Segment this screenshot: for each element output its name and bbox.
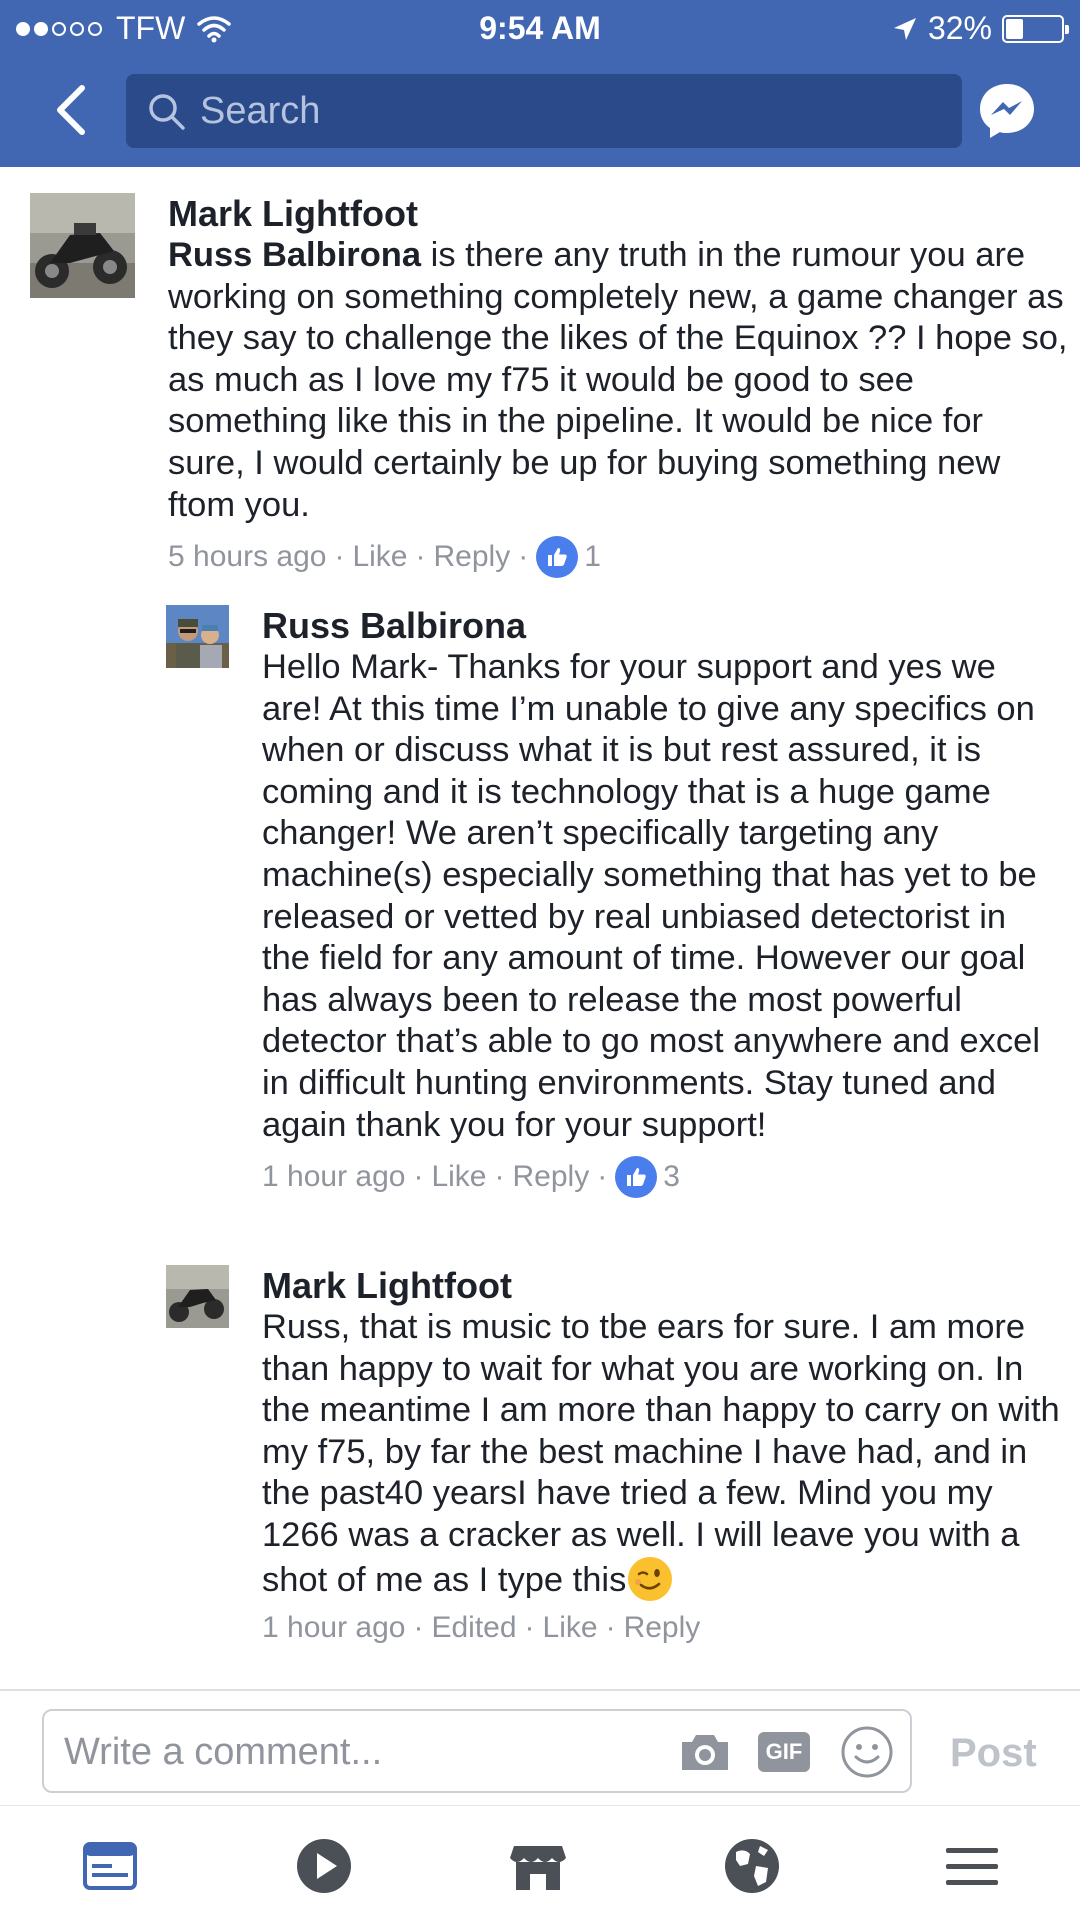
menu-icon[interactable] bbox=[942, 1836, 1002, 1896]
comment-time[interactable]: 1 hour ago bbox=[262, 1611, 405, 1645]
camera-icon[interactable] bbox=[678, 1730, 732, 1774]
like-reaction-icon[interactable] bbox=[615, 1156, 658, 1199]
comment-thread: Mark Lightfoot Russ Balbirona is there a… bbox=[0, 167, 1080, 1689]
battery-icon bbox=[1002, 14, 1069, 43]
like-reaction-icon[interactable] bbox=[536, 536, 579, 579]
comment-composer: Write a comment... GIF Post bbox=[0, 1689, 1080, 1805]
motorcycle-photo bbox=[30, 193, 135, 298]
profile-photo bbox=[166, 605, 229, 668]
like-link[interactable]: Like bbox=[352, 540, 407, 574]
comment-author[interactable]: Russ Balbirona bbox=[262, 605, 1062, 647]
comment-text: Hello Mark- Thanks for your support and … bbox=[262, 648, 1041, 1144]
like-link[interactable]: Like bbox=[431, 1160, 486, 1194]
notifications-globe-icon[interactable] bbox=[722, 1836, 782, 1896]
messenger-icon[interactable] bbox=[976, 80, 1038, 142]
reply-link[interactable]: Reply bbox=[434, 540, 511, 574]
edited-label[interactable]: Edited bbox=[431, 1611, 516, 1645]
search-bar[interactable]: Search bbox=[126, 74, 962, 148]
gif-label: GIF bbox=[765, 1739, 803, 1764]
like-link[interactable]: Like bbox=[543, 1611, 598, 1645]
composer-icons: GIF bbox=[678, 1725, 894, 1779]
post-button[interactable]: Post bbox=[950, 1731, 1037, 1776]
news-feed-icon[interactable] bbox=[80, 1836, 140, 1896]
winking-face-icon bbox=[628, 1556, 673, 1601]
status-bar: TFW 9:54 AM 32% bbox=[0, 0, 1080, 56]
comment-text: Russ Balbirona is there any truth in the… bbox=[168, 236, 1068, 524]
comment-input[interactable]: Write a comment... GIF bbox=[42, 1709, 912, 1793]
comment-mention[interactable]: Russ Balbirona bbox=[168, 236, 421, 274]
back-icon[interactable] bbox=[44, 80, 104, 140]
sticker-smiley-icon[interactable] bbox=[840, 1725, 894, 1779]
comment-meta: 5 hours ago · Like · Reply · 1 bbox=[168, 536, 1068, 579]
comment-text: Russ, that is music to tbe ears for sure… bbox=[262, 1308, 1060, 1601]
comment-author[interactable]: Mark Lightfoot bbox=[262, 1265, 1062, 1307]
search-icon bbox=[149, 94, 185, 130]
search-placeholder: Search bbox=[200, 89, 321, 132]
comment-input-placeholder: Write a comment... bbox=[64, 1731, 383, 1773]
marketplace-icon[interactable] bbox=[508, 1836, 568, 1896]
battery-percent: 32% bbox=[927, 10, 992, 46]
comment-time[interactable]: 1 hour ago bbox=[262, 1160, 405, 1194]
comment-author[interactable]: Mark Lightfoot bbox=[168, 193, 1068, 235]
avatar[interactable] bbox=[166, 1265, 229, 1328]
comment-meta: 1 hour ago · Like · Reply · 3 bbox=[262, 1156, 1062, 1199]
avatar[interactable] bbox=[166, 605, 229, 668]
like-count[interactable]: 1 bbox=[584, 540, 601, 574]
tab-bar bbox=[0, 1805, 1080, 1920]
reply-link[interactable]: Reply bbox=[513, 1160, 590, 1194]
status-right: 32% bbox=[892, 10, 1069, 47]
comment-meta: 1 hour ago · Edited · Like · Reply bbox=[262, 1611, 701, 1645]
like-count[interactable]: 3 bbox=[663, 1160, 680, 1194]
comment-time[interactable]: 5 hours ago bbox=[168, 540, 326, 574]
nav-row: Search bbox=[0, 70, 1080, 150]
top-bar: TFW 9:54 AM 32% Search bbox=[0, 0, 1080, 167]
location-arrow-icon bbox=[893, 17, 916, 40]
avatar[interactable] bbox=[30, 193, 135, 298]
reply-link[interactable]: Reply bbox=[624, 1611, 701, 1645]
gif-icon[interactable]: GIF bbox=[758, 1732, 810, 1772]
video-icon[interactable] bbox=[294, 1836, 354, 1896]
battery-level bbox=[1006, 18, 1023, 39]
motorcycle-photo bbox=[166, 1265, 229, 1328]
